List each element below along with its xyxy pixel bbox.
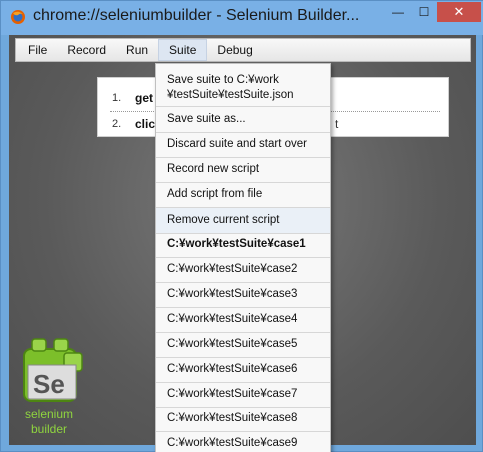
menu-suite[interactable]: Suite: [158, 39, 208, 61]
step-locator: t: [335, 117, 339, 131]
step-number: 2.: [112, 118, 122, 130]
suite-script-item[interactable]: C:¥work¥testSuite¥case8: [156, 411, 330, 426]
selenium-builder-logo: Se selenium builder: [20, 335, 90, 441]
suite-script-item[interactable]: C:¥work¥testSuite¥case6: [156, 362, 330, 377]
menu-separator: [156, 431, 330, 432]
suite-script-item[interactable]: C:¥work¥testSuite¥case4: [156, 312, 330, 327]
menu-file[interactable]: File: [18, 39, 57, 61]
menu-record[interactable]: Record: [57, 39, 116, 61]
menu-separator: [156, 307, 330, 308]
suite-dropdown-menu: Save suite to C:¥work ¥testSuite¥testSui…: [155, 63, 331, 452]
suite-script-item[interactable]: C:¥work¥testSuite¥case7: [156, 387, 330, 402]
menu-separator: [156, 132, 330, 133]
suite-script-item[interactable]: C:¥work¥testSuite¥case2: [156, 262, 330, 277]
menu-discard-suite[interactable]: Discard suite and start over: [156, 137, 330, 152]
menu-remove-current-script[interactable]: Remove current script: [156, 208, 330, 233]
menu-separator: [156, 106, 330, 107]
title-bar[interactable]: chrome://seleniumbuilder - Selenium Buil…: [1, 1, 483, 35]
menu-debug[interactable]: Debug: [207, 39, 262, 61]
window-title: chrome://seleniumbuilder - Selenium Buil…: [33, 7, 360, 24]
menu-record-new-script[interactable]: Record new script: [156, 162, 330, 177]
step-number: 1.: [112, 92, 122, 104]
menu-separator: [156, 282, 330, 283]
menu-separator: [156, 357, 330, 358]
step-command[interactable]: get: [135, 91, 153, 105]
menu-separator: [156, 257, 330, 258]
menu-separator: [156, 233, 330, 234]
minimize-button[interactable]: —: [385, 2, 411, 22]
svg-text:Se: Se: [33, 369, 65, 399]
suite-script-item[interactable]: C:¥work¥testSuite¥case1: [156, 237, 330, 252]
menu-separator: [156, 407, 330, 408]
menu-bar: File Record Run Suite Debug: [15, 38, 471, 62]
suite-script-item[interactable]: C:¥work¥testSuite¥case3: [156, 287, 330, 302]
suite-script-item[interactable]: C:¥work¥testSuite¥case9: [156, 436, 330, 451]
menu-save-suite-to[interactable]: Save suite to C:¥work ¥testSuite¥testSui…: [156, 73, 330, 103]
menu-add-script-from-file[interactable]: Add script from file: [156, 187, 330, 202]
menu-save-suite-as[interactable]: Save suite as...: [156, 112, 330, 127]
app-window: chrome://seleniumbuilder - Selenium Buil…: [0, 0, 483, 452]
step-command[interactable]: clic: [135, 117, 155, 131]
logo-caption-line1: selenium: [24, 407, 74, 421]
suite-script-item[interactable]: C:¥work¥testSuite¥case5: [156, 337, 330, 352]
menu-separator: [156, 182, 330, 183]
firefox-icon: [10, 9, 26, 25]
selenium-logo-icon: Se: [23, 338, 83, 402]
menu-separator: [156, 157, 330, 158]
menu-separator: [156, 382, 330, 383]
maximize-button[interactable]: ☐: [411, 2, 437, 22]
menu-separator: [156, 332, 330, 333]
close-button[interactable]: ✕: [437, 2, 481, 22]
logo-caption-line2: builder: [30, 422, 68, 436]
menu-run[interactable]: Run: [116, 39, 158, 61]
logo-caption: selenium builder: [20, 407, 78, 437]
